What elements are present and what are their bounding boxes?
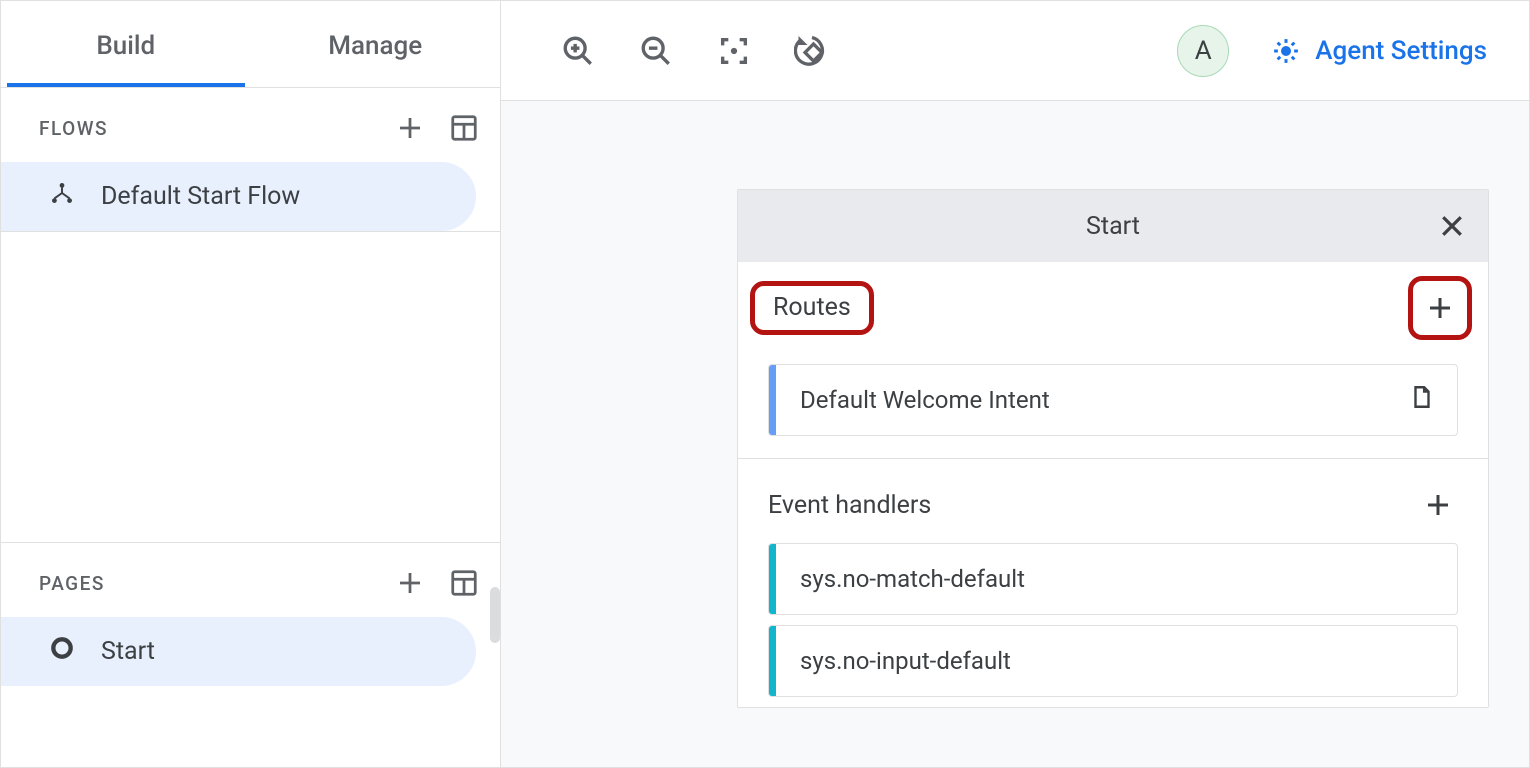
panel-titlebar[interactable]: Start [738,190,1488,262]
fit-icon [717,34,751,68]
routes-heading-highlight: Routes [750,281,874,335]
app-container: Build Manage FLOWS Defau [0,0,1530,768]
plus-icon [395,113,425,143]
page-item-label: Start [101,637,155,666]
route-marker [769,365,776,435]
zoom-out-button[interactable] [635,30,677,72]
plus-icon [395,568,425,598]
sidebar-tabs: Build Manage [1,1,500,88]
zoom-out-icon [639,34,673,68]
canvas-area[interactable]: Start Routes [501,101,1529,767]
routes-heading: Routes [773,293,851,322]
routes-list: Default Welcome Intent [738,364,1488,459]
page-item-start[interactable]: Start [1,617,476,686]
pages-title: PAGES [39,572,394,595]
add-route-button[interactable] [1408,276,1472,340]
agent-settings-label: Agent Settings [1315,36,1487,66]
routes-header: Routes [738,262,1488,354]
add-flow-button[interactable] [394,112,426,144]
top-toolbar: A Agent Settings [501,1,1529,101]
flows-filler [1,232,500,542]
reset-icon [794,33,830,69]
start-page-panel: Start Routes [737,189,1489,708]
sidebar-scrollbar[interactable] [490,587,500,643]
sidebar: Build Manage FLOWS Defau [1,1,501,767]
tab-manage[interactable]: Manage [251,1,501,87]
plus-icon [1423,490,1453,520]
handler-label: sys.no-match-default [800,565,1435,593]
flow-tree-icon [49,180,75,213]
avatar[interactable]: A [1177,25,1229,77]
flows-header: FLOWS [1,88,500,158]
pages-section: PAGES Start [1,542,500,686]
event-handler-item[interactable]: sys.no-input-default [768,625,1458,697]
panel-close-button[interactable] [1434,208,1470,244]
pages-actions [394,567,480,599]
pages-view-toggle[interactable] [448,567,480,599]
handler-marker [769,544,776,614]
tab-build[interactable]: Build [1,1,251,87]
event-handlers-heading: Event handlers [768,491,1418,520]
handler-marker [769,626,776,696]
flows-section: FLOWS Default Start Flow [1,88,500,232]
panel-title: Start [1086,212,1140,241]
event-handlers-header: Event handlers [738,459,1488,533]
close-icon [1437,211,1467,241]
flows-title: FLOWS [39,117,394,140]
zoom-in-button[interactable] [557,30,599,72]
table-icon [449,568,479,598]
page-start-icon [49,635,75,668]
fit-to-screen-button[interactable] [713,30,755,72]
handler-label: sys.no-input-default [800,647,1435,675]
toolbar-icons [557,30,833,72]
plus-icon [1425,293,1455,323]
flows-actions [394,112,480,144]
main-area: A Agent Settings Start Rou [501,1,1529,767]
add-page-button[interactable] [394,567,426,599]
gear-icon [1271,36,1301,66]
flows-view-toggle[interactable] [448,112,480,144]
zoom-in-icon [561,34,595,68]
event-handlers-list: sys.no-match-default sys.no-input-defaul… [738,543,1488,707]
flow-item-label: Default Start Flow [101,182,300,211]
reset-rotation-button[interactable] [791,30,833,72]
table-icon [449,113,479,143]
flow-item-default-start[interactable]: Default Start Flow [1,162,476,231]
route-label: Default Welcome Intent [800,386,1409,414]
route-item[interactable]: Default Welcome Intent [768,364,1458,436]
pages-header: PAGES [1,543,500,613]
agent-settings-link[interactable]: Agent Settings [1271,36,1487,66]
add-event-handler-button[interactable] [1418,485,1458,525]
event-handler-item[interactable]: sys.no-match-default [768,543,1458,615]
document-icon [1409,384,1435,416]
